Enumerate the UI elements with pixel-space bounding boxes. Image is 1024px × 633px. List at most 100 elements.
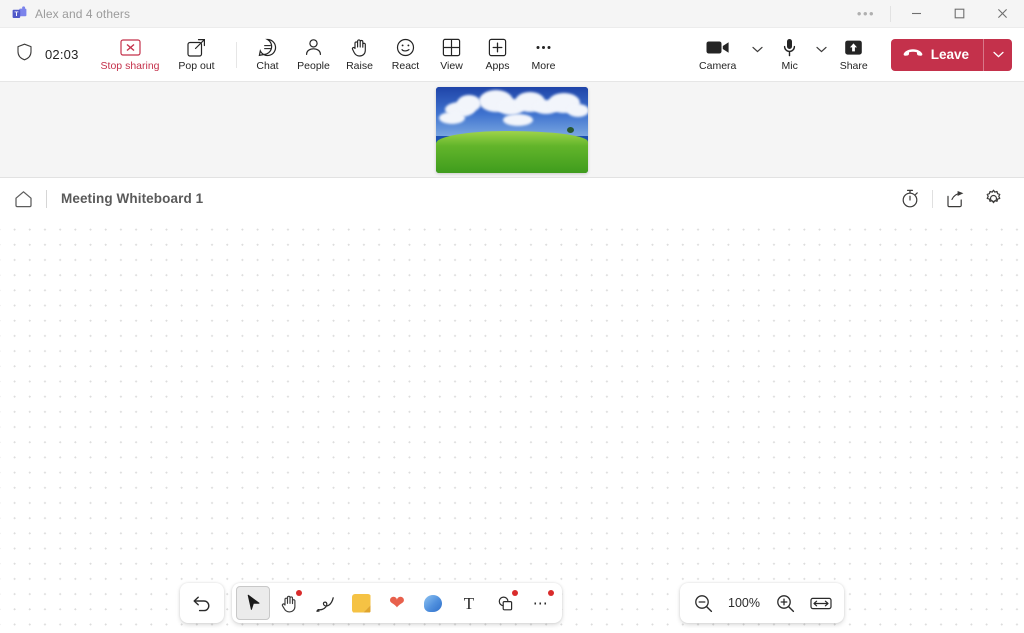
whiteboard-header-divider bbox=[46, 189, 47, 208]
more-button[interactable]: More bbox=[521, 28, 567, 82]
window-controls: ••• bbox=[846, 0, 1024, 27]
tool-reaction-button[interactable]: ❤ bbox=[380, 586, 414, 620]
apps-label: Apps bbox=[485, 59, 510, 72]
thumbnail-hill-front bbox=[436, 131, 588, 173]
more-ellipsis-icon bbox=[534, 38, 553, 58]
mic-options-chevron-down-icon[interactable] bbox=[813, 28, 831, 82]
shield-icon bbox=[16, 43, 33, 66]
zoom-in-button[interactable] bbox=[768, 586, 802, 620]
title-bar-left: T Alex and 4 others bbox=[0, 6, 130, 21]
more-label: More bbox=[531, 59, 556, 72]
people-button[interactable]: People bbox=[291, 28, 337, 82]
view-grid-icon bbox=[442, 38, 461, 58]
cloud-shape bbox=[566, 103, 588, 117]
more-ellipsis-icon: ⋯ bbox=[532, 594, 550, 612]
whiteboard-header-actions bbox=[891, 183, 1024, 215]
tool-select-button[interactable] bbox=[236, 586, 270, 620]
stop-sharing-button[interactable]: Stop sharing bbox=[95, 28, 166, 82]
share-button[interactable]: Share bbox=[831, 28, 877, 82]
react-smiley-icon bbox=[396, 38, 415, 58]
meeting-device-controls: Camera Mic Share Leave bbox=[687, 28, 1024, 82]
react-button[interactable]: React bbox=[383, 28, 429, 82]
leave-button[interactable]: Leave bbox=[890, 38, 1012, 71]
hangup-phone-icon bbox=[903, 47, 923, 62]
titlebar-overflow-icon[interactable]: ••• bbox=[846, 0, 886, 28]
tools-panel: ❤ T ⋯ bbox=[232, 583, 562, 623]
whiteboard-header: Meeting Whiteboard 1 bbox=[0, 178, 1024, 220]
people-label: People bbox=[297, 59, 330, 72]
camera-icon bbox=[706, 38, 730, 58]
tool-pan-button[interactable] bbox=[272, 586, 306, 620]
sticky-note-icon bbox=[351, 593, 371, 613]
maximize-button[interactable] bbox=[938, 0, 981, 28]
view-label: View bbox=[440, 59, 463, 72]
chat-icon bbox=[258, 38, 277, 58]
raise-hand-icon bbox=[350, 38, 369, 58]
tool-text-button[interactable]: T bbox=[452, 586, 486, 620]
stop-sharing-icon bbox=[119, 38, 141, 58]
shared-screen-thumbnail[interactable] bbox=[436, 86, 588, 173]
tool-pen-button[interactable] bbox=[308, 586, 342, 620]
pop-out-icon bbox=[187, 38, 206, 58]
zoom-level-label: 100% bbox=[728, 596, 760, 610]
view-button[interactable]: View bbox=[429, 28, 475, 82]
fit-to-screen-button[interactable] bbox=[804, 586, 838, 620]
close-button[interactable] bbox=[981, 0, 1024, 28]
camera-button[interactable]: Camera bbox=[687, 28, 749, 82]
mic-button[interactable]: Mic bbox=[767, 28, 813, 82]
shared-content-strip bbox=[0, 82, 1024, 178]
teams-logo-icon: T bbox=[12, 6, 27, 21]
share-screen-icon bbox=[844, 38, 863, 58]
text-tool-icon: T bbox=[463, 593, 475, 613]
leave-button-label: Leave bbox=[930, 47, 969, 62]
pan-badge bbox=[296, 590, 302, 596]
leave-button-main[interactable]: Leave bbox=[891, 39, 983, 71]
stop-sharing-label: Stop sharing bbox=[100, 59, 160, 72]
zoom-out-button[interactable] bbox=[686, 586, 720, 620]
window-title: Alex and 4 others bbox=[35, 6, 131, 21]
home-icon[interactable] bbox=[0, 190, 46, 208]
pop-out-label: Pop out bbox=[178, 59, 215, 72]
more-badge bbox=[548, 590, 554, 596]
tool-sticky-note-button[interactable] bbox=[344, 586, 378, 620]
pop-out-button[interactable]: Pop out bbox=[166, 28, 228, 82]
meeting-actions: Stop sharing Pop out Chat People Raise R… bbox=[95, 28, 567, 81]
leave-options-chevron-down-icon[interactable] bbox=[984, 39, 1012, 71]
raise-hand-button[interactable]: Raise bbox=[337, 28, 383, 82]
camera-label: Camera bbox=[699, 59, 737, 72]
shapes-badge bbox=[512, 590, 518, 596]
chat-bubble-icon bbox=[424, 594, 442, 612]
share-export-icon[interactable] bbox=[936, 183, 974, 215]
toolbar-divider-1 bbox=[235, 41, 237, 68]
tool-more-button[interactable]: ⋯ bbox=[524, 586, 558, 620]
whiteboard-canvas[interactable] bbox=[0, 217, 1024, 633]
apps-button[interactable]: Apps bbox=[475, 28, 521, 82]
camera-options-chevron-down-icon[interactable] bbox=[749, 28, 767, 82]
whiteboard-title: Meeting Whiteboard 1 bbox=[61, 191, 204, 206]
svg-text:T: T bbox=[14, 11, 18, 18]
meeting-status-group: 02:03 bbox=[0, 43, 79, 66]
titlebar-divider bbox=[890, 5, 891, 22]
zoom-panel: 100% bbox=[680, 583, 844, 623]
meeting-toolbar: 02:03 Stop sharing Pop out Chat People R… bbox=[0, 28, 1024, 82]
chat-label: Chat bbox=[256, 59, 279, 72]
gear-settings-icon[interactable] bbox=[974, 183, 1012, 215]
meeting-timer: 02:03 bbox=[45, 47, 79, 62]
title-bar: T Alex and 4 others ••• bbox=[0, 0, 1024, 28]
raise-hand-label: Raise bbox=[346, 59, 373, 72]
heart-icon: ❤ bbox=[389, 592, 405, 614]
mic-label: Mic bbox=[781, 59, 798, 72]
people-icon bbox=[304, 38, 323, 58]
tool-comment-button[interactable] bbox=[416, 586, 450, 620]
chat-button[interactable]: Chat bbox=[245, 28, 291, 82]
undo-button[interactable] bbox=[185, 586, 219, 620]
microphone-icon bbox=[782, 38, 797, 58]
undo-panel bbox=[180, 583, 224, 623]
minimize-button[interactable] bbox=[895, 0, 938, 28]
react-label: React bbox=[391, 59, 420, 72]
apps-plus-icon bbox=[488, 38, 507, 58]
cloud-shape bbox=[502, 114, 533, 127]
tool-shapes-button[interactable] bbox=[488, 586, 522, 620]
timer-stopwatch-icon[interactable] bbox=[891, 183, 929, 215]
whiteboard-actions-divider bbox=[932, 189, 933, 208]
